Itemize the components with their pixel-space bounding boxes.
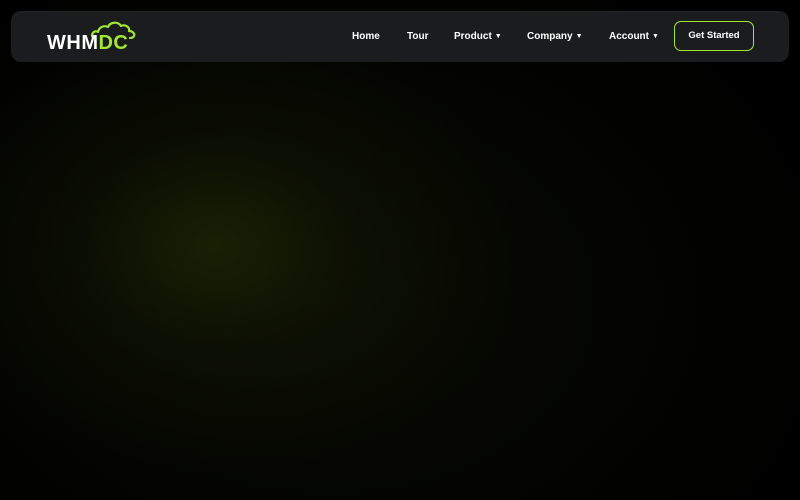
nav-item-account[interactable]: Account ▼: [609, 29, 659, 45]
nav-item-product[interactable]: Product ▼: [454, 29, 502, 45]
chevron-down-icon: ▼: [652, 33, 659, 40]
nav-item-label: Tour: [407, 31, 429, 42]
chevron-down-icon: ▼: [575, 33, 583, 40]
main-nav: Home Tour Product ▼ Company ▼ Account ▼: [11, 11, 789, 62]
chevron-down-icon: ▼: [494, 33, 502, 40]
nav-item-label: Product: [454, 31, 492, 42]
top-navbar: WHMDC Home Tour Product ▼ Company ▼ Accoun…: [11, 11, 789, 62]
get-started-button[interactable]: Get Started: [674, 21, 754, 51]
nav-item-home[interactable]: Home: [352, 29, 380, 45]
nav-item-label: Account: [609, 31, 649, 42]
nav-item-label: Company: [527, 31, 573, 42]
nav-item-company[interactable]: Company ▼: [527, 29, 583, 45]
nav-item-tour[interactable]: Tour: [407, 29, 428, 45]
nav-item-label: Home: [352, 31, 380, 42]
page-background: WHMDC Home Tour Product ▼ Company ▼ Accoun…: [0, 0, 800, 500]
